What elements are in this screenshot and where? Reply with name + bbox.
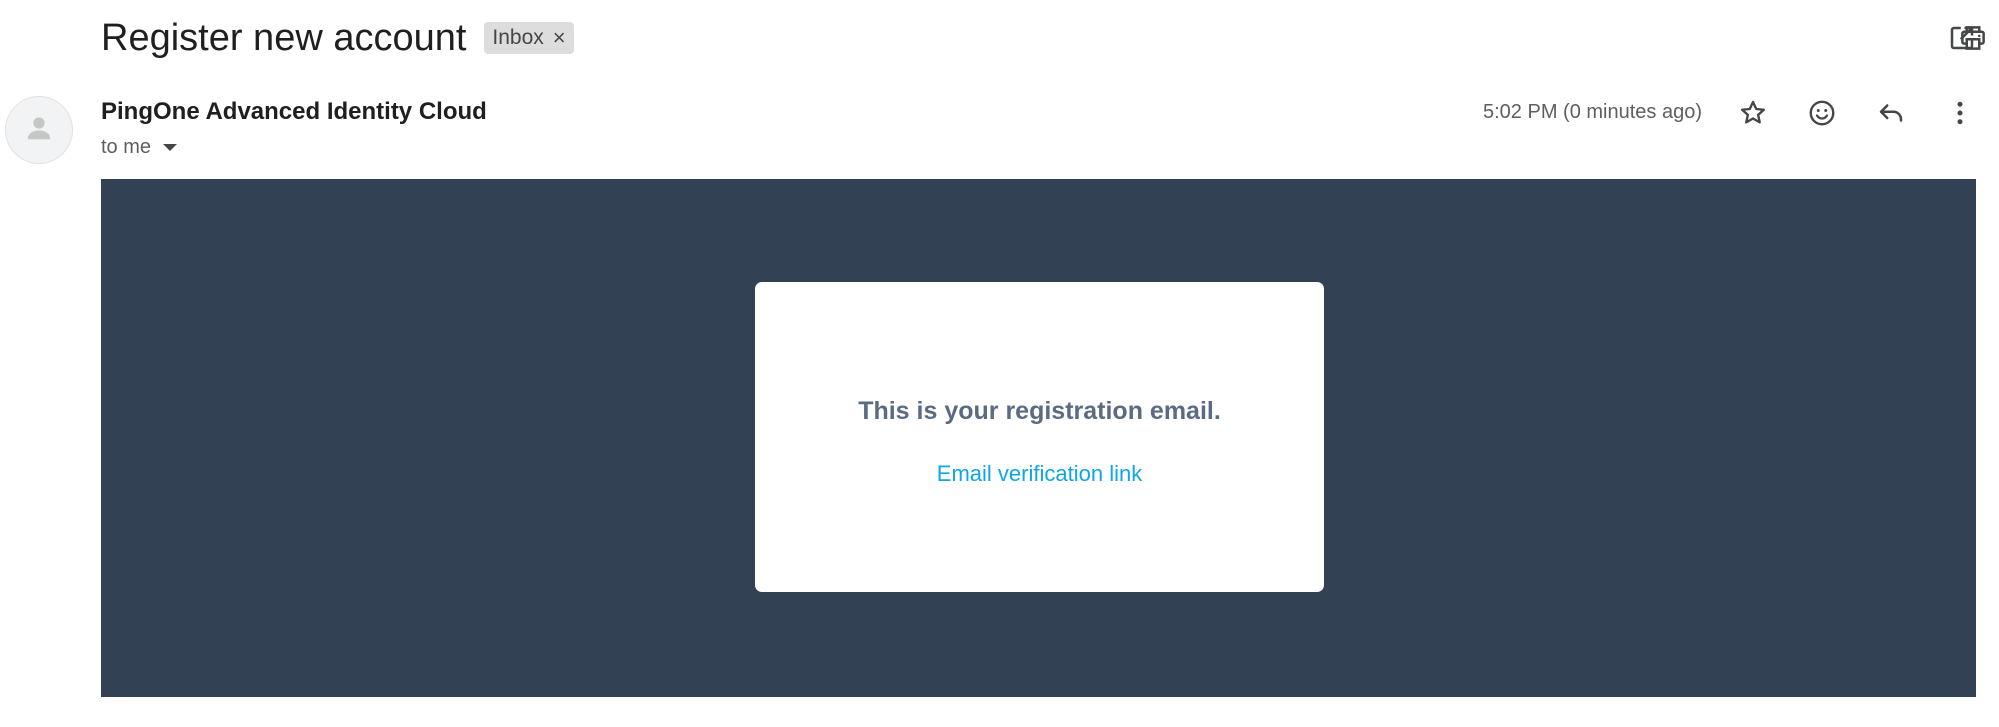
email-subject: Register new account — [101, 16, 467, 59]
subject-row: Register new account Inbox × — [101, 12, 574, 64]
reply-button[interactable] — [1871, 93, 1911, 133]
recipient-details-toggle[interactable]: to me — [101, 136, 178, 159]
reply-icon — [1876, 98, 1906, 128]
more-options-icon — [1945, 98, 1975, 128]
email-view: Register new account Inbox × PingOne Adv… — [0, 0, 1999, 727]
label-chip-text: Inbox — [492, 26, 544, 49]
more-options-button[interactable] — [1940, 93, 1980, 133]
star-icon — [1738, 98, 1768, 128]
sender-name[interactable]: PingOne Advanced Identity Cloud — [101, 98, 487, 126]
emoji-reaction-icon — [1807, 98, 1837, 128]
open-new-window-button[interactable] — [1942, 18, 1982, 58]
add-reaction-button[interactable] — [1802, 93, 1842, 133]
email-content-card: This is your registration email. Email v… — [755, 282, 1324, 592]
email-body-banner: This is your registration email. Email v… — [101, 179, 1976, 697]
open-in-new-window-icon — [1947, 23, 1977, 53]
chevron-down-icon — [163, 144, 178, 151]
registration-heading: This is your registration email. — [858, 397, 1221, 425]
sender-avatar[interactable] — [5, 96, 73, 164]
recipient-text: to me — [101, 136, 152, 158]
message-timestamp: 5:02 PM (0 minutes ago) — [1483, 101, 1702, 123]
person-icon — [24, 113, 54, 148]
email-verification-link[interactable]: Email verification link — [755, 461, 1324, 487]
inbox-label-chip[interactable]: Inbox × — [484, 22, 574, 54]
star-button[interactable] — [1733, 93, 1773, 133]
remove-label-icon[interactable]: × — [553, 27, 566, 49]
